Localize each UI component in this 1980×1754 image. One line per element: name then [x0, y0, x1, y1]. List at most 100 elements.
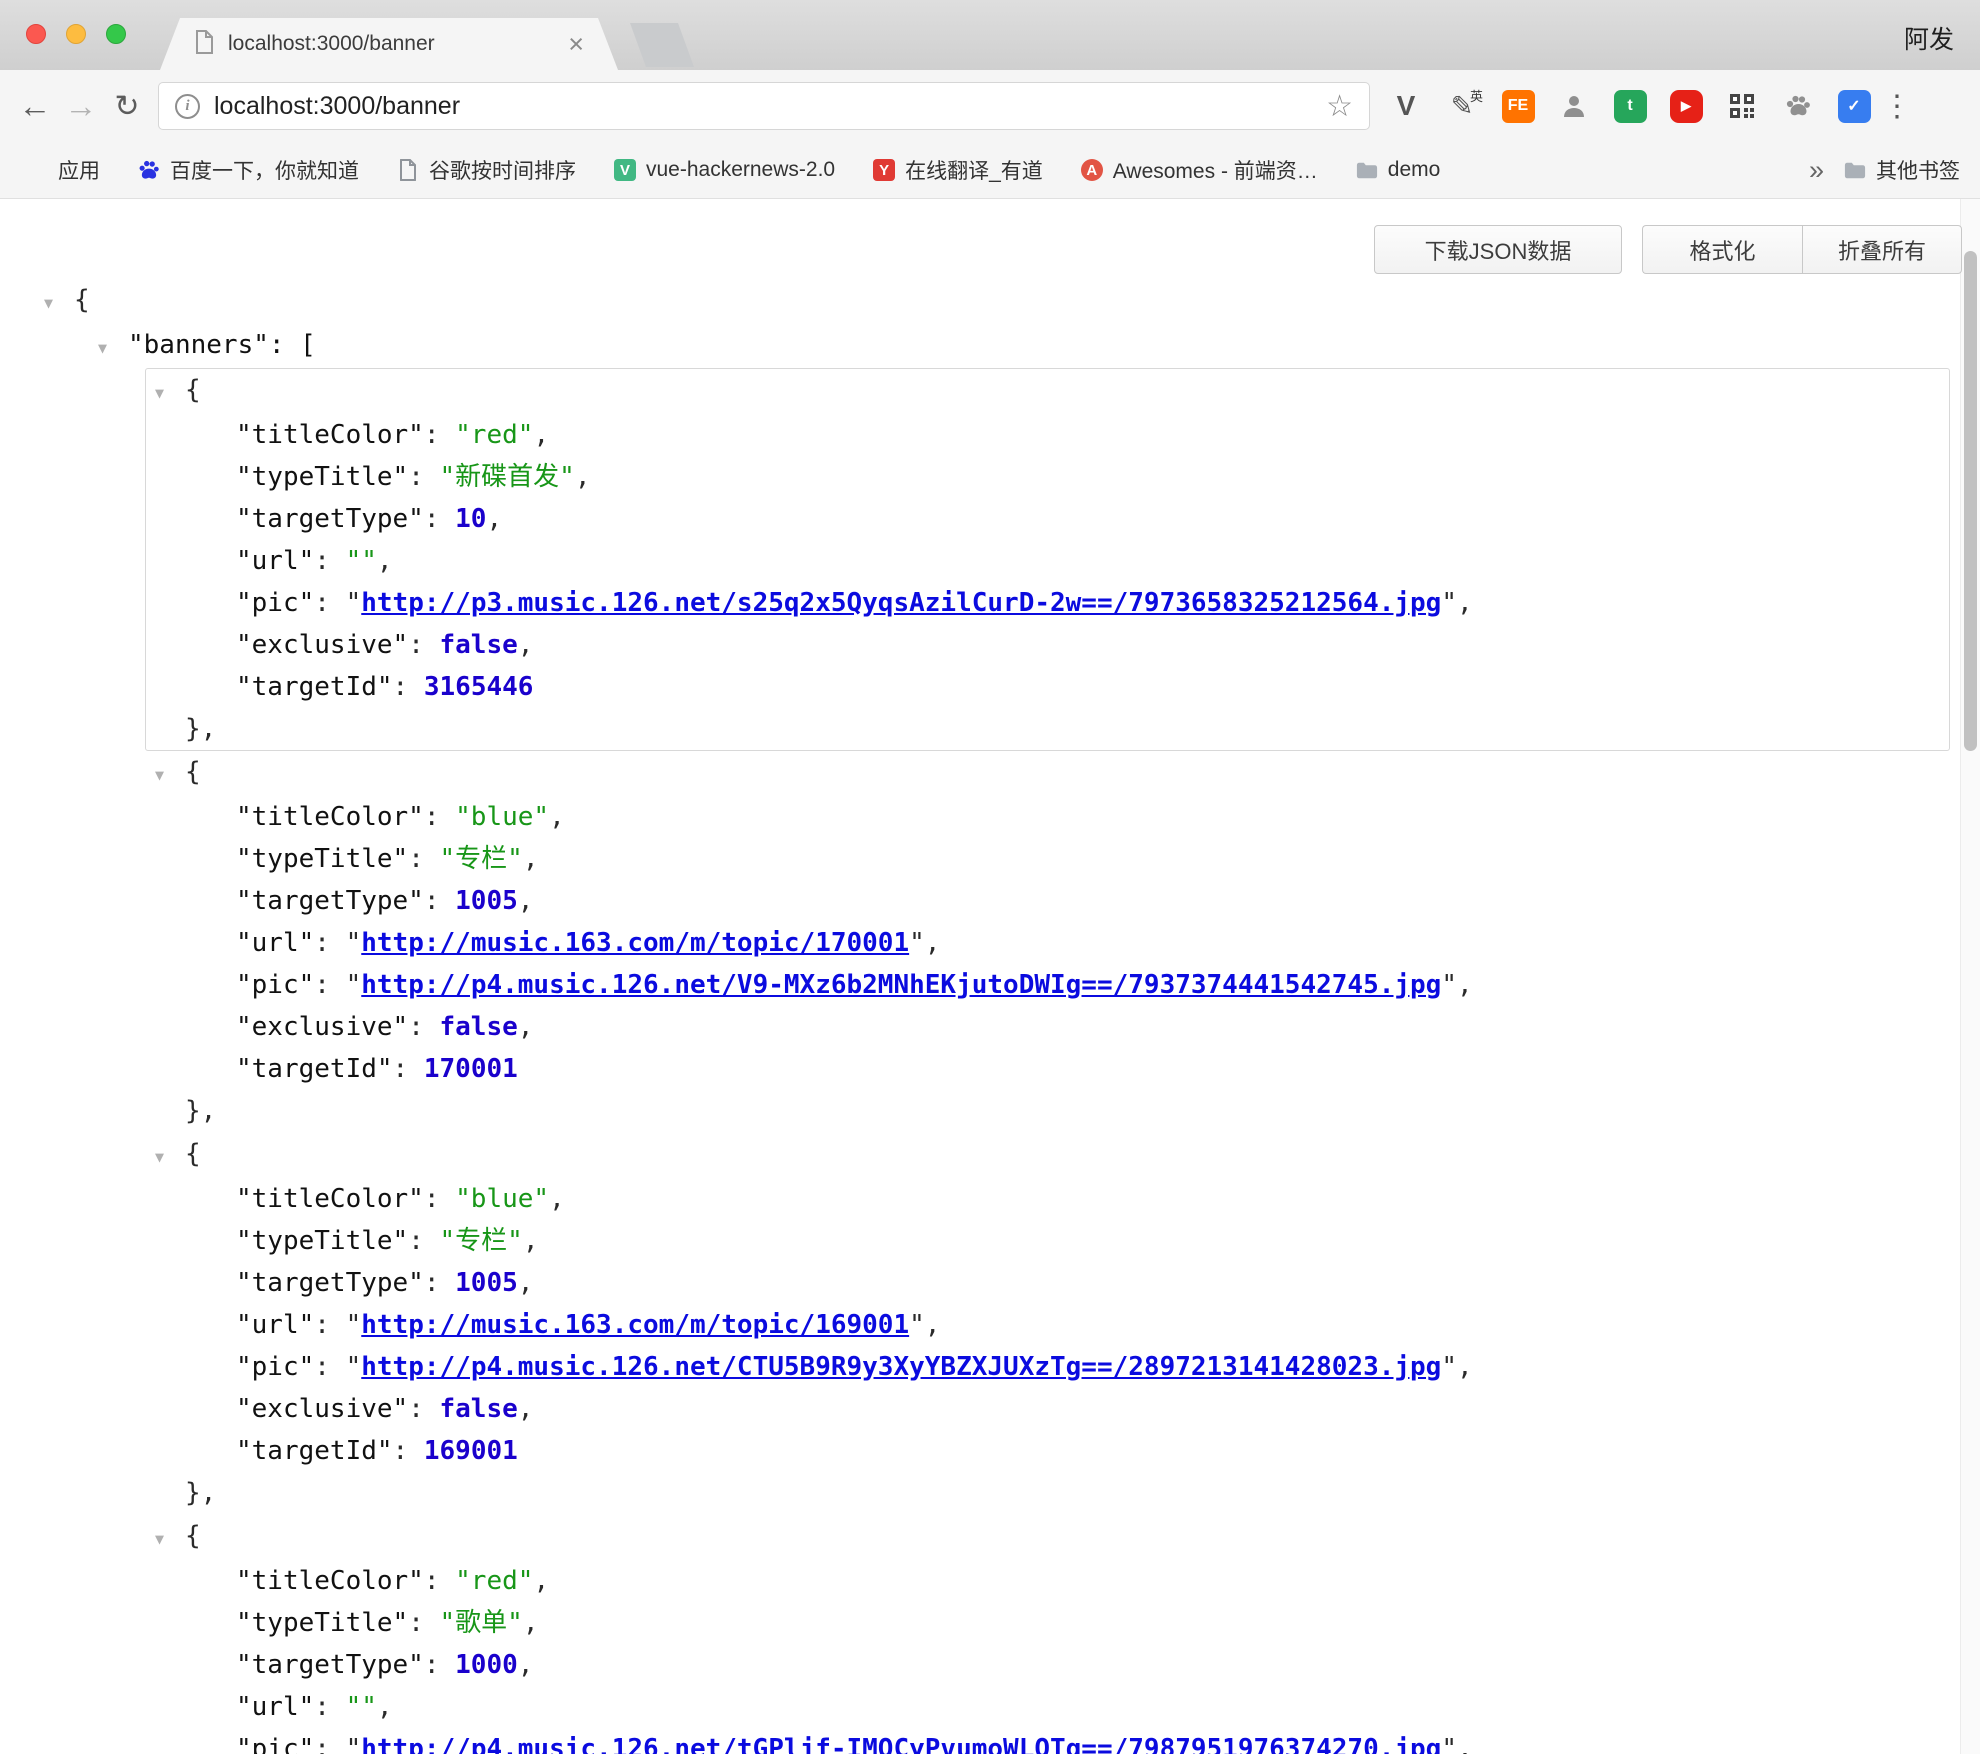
json-url-link[interactable]: http://music.163.com/m/topic/169001	[361, 1310, 909, 1340]
json-property-typeTitle: "typeTitle": "新碟首发",	[146, 456, 1949, 498]
other-bookmarks-folder[interactable]: 其他书签	[1844, 155, 1960, 185]
json-property-pic: "pic": "http://p3.music.126.net/s25q2x5Q…	[146, 582, 1949, 624]
collapse-triangle-icon[interactable]: ▼	[44, 282, 74, 324]
close-window-button[interactable]	[26, 24, 46, 44]
json-property-targetId: "targetId": 3165446	[146, 666, 1949, 708]
bookmark-item[interactable]: demo	[1356, 158, 1441, 182]
reload-button[interactable]: ↻	[104, 83, 150, 129]
collapse-triangle-icon[interactable]: ▼	[155, 372, 185, 414]
youtube-extension-icon[interactable]: ▶	[1664, 84, 1708, 128]
format-button[interactable]: 格式化	[1642, 225, 1802, 274]
json-string-value: "red"	[455, 1566, 533, 1596]
baidu-paw-icon	[138, 159, 160, 181]
json-url-link[interactable]: http://music.163.com/m/topic/170001	[361, 928, 909, 958]
forward-button[interactable]: →	[58, 83, 104, 129]
paw-extension-icon[interactable]	[1776, 84, 1820, 128]
json-colon: :	[424, 1650, 455, 1680]
page-icon	[397, 159, 419, 181]
translate-extension-icon[interactable]: ✎英	[1440, 84, 1484, 128]
chrome-menu-icon[interactable]: ⋮	[1876, 89, 1918, 124]
letter-badge-icon: V	[614, 159, 636, 181]
json-colon: :	[408, 1226, 439, 1256]
fehelper-extension-icon[interactable]: FE	[1496, 84, 1540, 128]
comma: ,	[1457, 970, 1473, 1000]
json-url-link[interactable]: http://p4.music.126.net/tGPljf-IMOCyPvum…	[361, 1734, 1441, 1754]
scrollbar-track[interactable]	[1960, 199, 1980, 1754]
json-number-value: 169001	[424, 1436, 518, 1466]
minimize-window-button[interactable]	[66, 24, 86, 44]
json-key: "typeTitle"	[236, 462, 408, 492]
bookmark-item[interactable]: AAwesomes - 前端资…	[1081, 155, 1318, 185]
json-url-link[interactable]: http://p4.music.126.net/V9-MXz6b2MNhEKju…	[361, 970, 1441, 1000]
page-info-icon[interactable]: i	[175, 94, 200, 119]
json-banners-open-line: ▼"banners": [	[0, 324, 1958, 369]
bookmark-item[interactable]: 百度一下，你就知道	[138, 155, 359, 185]
json-colon: :	[314, 1352, 345, 1382]
check-icon: ✓	[1838, 90, 1871, 123]
bookmark-item[interactable]: Y在线翻译_有道	[873, 155, 1043, 185]
download-json-button[interactable]: 下载JSON数据	[1374, 225, 1622, 274]
profile-name[interactable]: 阿发	[1904, 20, 1954, 56]
tab-close-icon[interactable]: ×	[568, 31, 584, 58]
collapse-all-button[interactable]: 折叠所有	[1802, 225, 1962, 274]
json-object-2: ▼{"titleColor": "blue","typeTitle": "专栏"…	[145, 1132, 1950, 1515]
json-string-value: "专栏"	[440, 844, 523, 874]
json-colon: :	[408, 462, 439, 492]
bookmark-star-icon[interactable]: ☆	[1326, 89, 1353, 124]
json-number-value: 1000	[455, 1650, 518, 1680]
json-object-0: ▼{"titleColor": "red","typeTitle": "新碟首发…	[145, 368, 1950, 751]
json-colon: :	[314, 928, 345, 958]
url-text: localhost:3000/banner	[214, 92, 460, 121]
json-colon: :	[314, 970, 345, 1000]
json-string-value: ""	[346, 546, 377, 576]
qrcode-extension-icon[interactable]	[1720, 84, 1764, 128]
vimium-extension-icon[interactable]: V	[1384, 84, 1428, 128]
quote: "	[346, 1352, 362, 1382]
scrollbar-thumb[interactable]	[1964, 251, 1977, 751]
quote: "	[346, 588, 362, 618]
collapse-triangle-icon[interactable]: ▼	[155, 1136, 185, 1178]
collapse-triangle-icon[interactable]: ▼	[155, 754, 185, 796]
json-key: "titleColor"	[236, 420, 424, 450]
json-url-link[interactable]: http://p4.music.126.net/CTU5B9R9y3XyYBZX…	[361, 1352, 1441, 1382]
json-key: "typeTitle"	[236, 844, 408, 874]
bookmark-item[interactable]: Vvue-hackernews-2.0	[614, 158, 835, 182]
address-bar[interactable]: i localhost:3000/banner ☆	[158, 82, 1370, 130]
bookmark-label: 在线翻译_有道	[905, 155, 1043, 185]
json-url-link[interactable]: http://p3.music.126.net/s25q2x5QyqsAzilC…	[361, 588, 1441, 618]
json-property-targetType: "targetType": 1000,	[146, 1644, 1949, 1686]
json-key: "url"	[236, 1310, 314, 1340]
security-extension-icon[interactable]: t	[1608, 84, 1652, 128]
comma: ,	[1457, 1734, 1473, 1754]
page-content: 下载JSON数据 格式化 折叠所有 ▼{ ▼"banners": [ ▼{"ti…	[0, 199, 1980, 1754]
json-property-targetType: "targetType": 10,	[146, 498, 1949, 540]
shield-letter: t	[1614, 90, 1647, 123]
json-object-1: ▼{"titleColor": "blue","typeTitle": "专栏"…	[145, 750, 1950, 1133]
json-colon: :	[314, 546, 345, 576]
json-key: "typeTitle"	[236, 1608, 408, 1638]
bookmark-item[interactable]: 应用	[26, 155, 100, 185]
json-colon: :	[424, 1566, 455, 1596]
json-property-url: "url": "http://music.163.com/m/topic/170…	[146, 922, 1949, 964]
browser-navbar: ← → ↻ i localhost:3000/banner ☆ V ✎英 FE …	[0, 70, 1980, 142]
bookmark-label: Awesomes - 前端资…	[1113, 155, 1318, 185]
zoom-window-button[interactable]	[106, 24, 126, 44]
new-tab-button[interactable]	[630, 23, 694, 67]
traffic-lights	[26, 24, 126, 44]
shield-check-extension-icon[interactable]: ✓	[1832, 84, 1876, 128]
collapse-triangle-icon[interactable]: ▼	[98, 327, 128, 369]
json-banner-objects: ▼{"titleColor": "red","typeTitle": "新碟首发…	[0, 368, 1958, 1754]
comma: ,	[518, 886, 534, 916]
collapse-triangle-icon[interactable]: ▼	[155, 1518, 185, 1560]
bookmark-label: vue-hackernews-2.0	[646, 158, 835, 182]
bookmark-item[interactable]: 谷歌按时间排序	[397, 155, 576, 185]
browser-tab[interactable]: localhost:3000/banner ×	[160, 18, 618, 70]
json-colon: :	[408, 1012, 439, 1042]
json-number-value: 3165446	[424, 672, 534, 702]
org-extension-icon[interactable]	[1552, 84, 1596, 128]
back-button[interactable]: ←	[12, 83, 58, 129]
json-colon: :	[393, 672, 424, 702]
bookmarks-overflow-icon[interactable]: »	[1809, 155, 1824, 186]
folder-icon	[1844, 159, 1866, 181]
bookmark-label: 应用	[58, 155, 100, 185]
